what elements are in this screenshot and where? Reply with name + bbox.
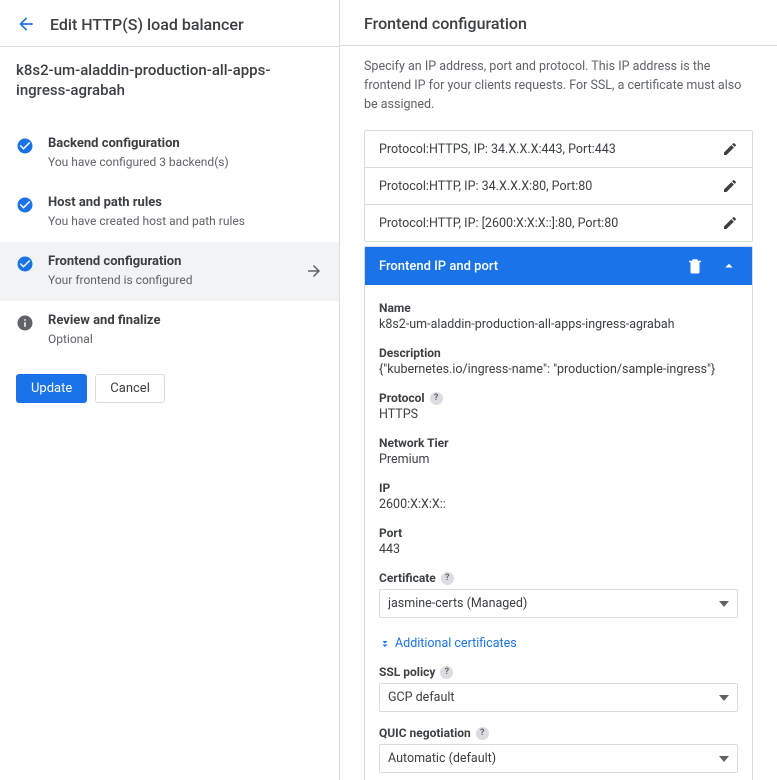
check-circle-icon (16, 255, 34, 273)
protocol-label: Protocol (379, 391, 425, 405)
quic-select[interactable]: Automatic (default) (379, 744, 738, 773)
quic-label: QUIC negotiation (379, 726, 471, 740)
step-subtitle: You have configured 3 backend(s) (48, 155, 323, 169)
left-title: Edit HTTP(S) load balancer (50, 15, 244, 34)
chevrons-down-icon (379, 638, 391, 650)
description-label: Description (379, 346, 738, 360)
frontend-expanded-card: Frontend IP and port Name k8s2-um-aladdi… (364, 246, 753, 780)
step-host-path-rules[interactable]: Host and path rules You have created hos… (0, 183, 339, 242)
delete-icon[interactable] (686, 257, 704, 275)
step-subtitle: Optional (48, 332, 323, 346)
network-tier-value: Premium (379, 452, 738, 467)
expanded-body: Name k8s2-um-aladdin-production-all-apps… (365, 285, 752, 780)
help-icon[interactable]: ? (440, 666, 453, 679)
step-subtitle: You have created host and path rules (48, 214, 323, 228)
update-button[interactable]: Update (16, 374, 87, 403)
frontend-row[interactable]: Protocol:HTTP, IP: [2600:X:X:X::]:80, Po… (365, 205, 752, 241)
step-backend-configuration[interactable]: Backend configuration You have configure… (0, 124, 339, 183)
ssl-policy-label: SSL policy (379, 665, 435, 679)
edit-icon[interactable] (722, 215, 738, 231)
check-circle-icon (16, 196, 34, 214)
step-title: Frontend configuration (48, 254, 291, 269)
frontend-row[interactable]: Protocol:HTTPS, IP: 34.X.X.X:443, Port:4… (365, 131, 752, 168)
frontend-row[interactable]: Protocol:HTTP, IP: 34.X.X.X:80, Port:80 (365, 168, 752, 205)
help-icon[interactable]: ? (430, 392, 443, 405)
certificate-select[interactable]: jasmine-certs (Managed) (379, 589, 738, 618)
name-label: Name (379, 301, 738, 315)
edit-icon[interactable] (722, 141, 738, 157)
right-panel: Frontend configuration Specify an IP add… (340, 0, 777, 780)
arrow-right-icon (305, 262, 323, 280)
step-subtitle: Your frontend is configured (48, 273, 291, 287)
additional-certificates-link[interactable]: Additional certificates (379, 636, 517, 651)
frontend-summary: Protocol:HTTP, IP: [2600:X:X:X::]:80, Po… (379, 216, 618, 231)
ip-value: 2600:X:X:X:: (379, 497, 738, 512)
step-review-finalize[interactable]: Review and finalize Optional (0, 301, 339, 360)
step-title: Host and path rules (48, 195, 323, 210)
step-list: Backend configuration You have configure… (0, 124, 339, 360)
left-header: Edit HTTP(S) load balancer (0, 0, 339, 47)
right-body: Specify an IP address, port and protocol… (340, 46, 777, 780)
right-header: Frontend configuration (340, 0, 777, 46)
name-value: k8s2-um-aladdin-production-all-apps-ingr… (379, 317, 738, 332)
chevron-up-icon[interactable] (720, 257, 738, 275)
step-title: Backend configuration (48, 136, 323, 151)
ssl-policy-select[interactable]: GCP default (379, 683, 738, 712)
expanded-header: Frontend IP and port (365, 247, 752, 285)
frontend-summary: Protocol:HTTP, IP: 34.X.X.X:80, Port:80 (379, 179, 592, 194)
left-actions: Update Cancel (0, 360, 339, 417)
certificate-label: Certificate (379, 571, 436, 585)
protocol-value: HTTPS (379, 407, 738, 422)
frontend-list: Protocol:HTTPS, IP: 34.X.X.X:443, Port:4… (364, 130, 753, 242)
step-title: Review and finalize (48, 313, 323, 328)
edit-icon[interactable] (722, 178, 738, 194)
help-icon[interactable]: ? (476, 727, 489, 740)
left-panel: Edit HTTP(S) load balancer k8s2-um-aladd… (0, 0, 340, 780)
port-value: 443 (379, 542, 738, 557)
load-balancer-name: k8s2-um-aladdin-production-all-apps-ingr… (0, 47, 339, 108)
right-title: Frontend configuration (364, 14, 527, 33)
network-tier-label: Network Tier (379, 436, 738, 450)
help-text: Specify an IP address, port and protocol… (364, 58, 753, 114)
check-circle-icon (16, 137, 34, 155)
expanded-header-title: Frontend IP and port (379, 259, 670, 274)
description-value: {"kubernetes.io/ingress-name": "producti… (379, 362, 738, 377)
port-label: Port (379, 526, 738, 540)
info-circle-icon (16, 314, 34, 332)
help-icon[interactable]: ? (441, 572, 454, 585)
cancel-button[interactable]: Cancel (95, 374, 165, 403)
ip-label: IP (379, 481, 738, 495)
frontend-summary: Protocol:HTTPS, IP: 34.X.X.X:443, Port:4… (379, 142, 616, 157)
step-frontend-configuration[interactable]: Frontend configuration Your frontend is … (0, 242, 339, 301)
back-arrow-icon[interactable] (16, 14, 36, 34)
